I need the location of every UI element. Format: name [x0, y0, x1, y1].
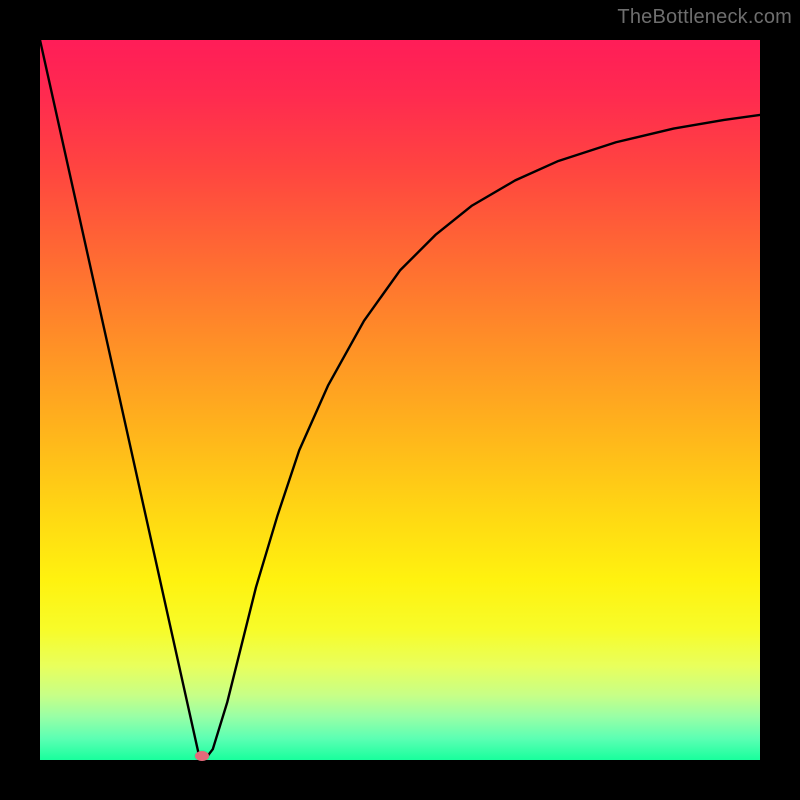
plot-area	[40, 40, 760, 760]
chart-frame: TheBottleneck.com	[0, 0, 800, 800]
bottleneck-curve	[40, 40, 760, 759]
watermark-text: TheBottleneck.com	[617, 6, 792, 29]
curve-svg	[40, 40, 760, 760]
